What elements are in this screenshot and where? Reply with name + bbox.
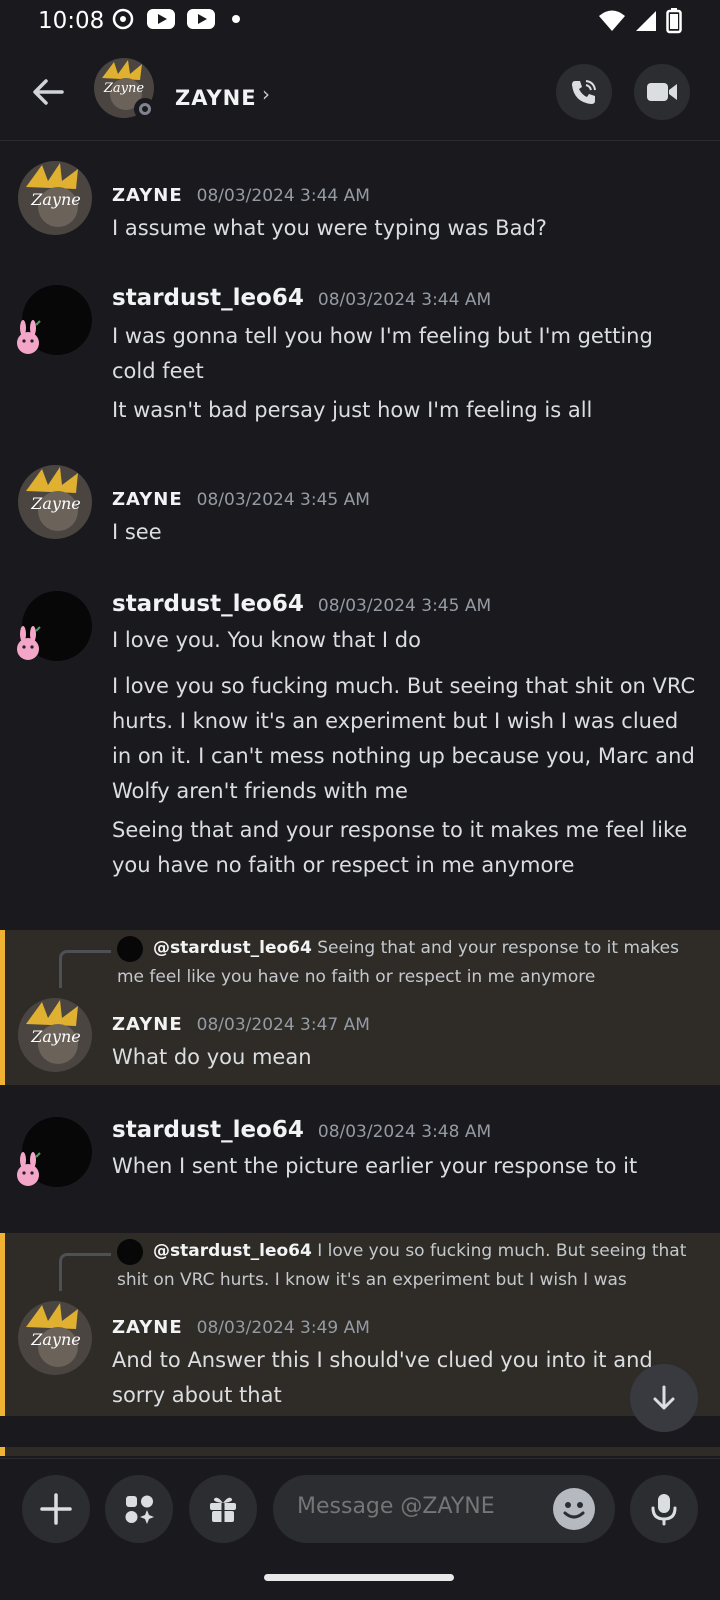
timestamp: 08/03/2024 3:47 AM [196,1015,370,1035]
svg-text:Zayne: Zayne [30,1330,80,1349]
back-arrow-icon [33,79,64,105]
openai-icon [112,8,134,30]
avatar[interactable]: Zayne [18,465,92,539]
message-text: It wasn't bad persay just how I'm feelin… [112,398,593,422]
svg-text:Zayne: Zayne [30,1027,80,1046]
avatar[interactable]: Zayne [18,161,92,235]
plus-icon [40,1493,72,1525]
chat-header: Zayne ZAYNE › [0,44,720,141]
gift-icon [210,1497,236,1522]
author-name[interactable]: ZAYNE [112,489,183,510]
reply-username: @stardust_leo64 [153,938,312,958]
svg-text:Zayne: Zayne [30,494,80,513]
voice-call-button[interactable] [556,64,612,120]
message-header: stardust_leo64 08/03/2024 3:44 AM [112,285,491,311]
bunny-badge-icon [14,1151,42,1187]
author-name[interactable]: stardust_leo64 [112,591,304,617]
avatar[interactable]: Zayne [18,1301,92,1375]
back-button[interactable] [26,70,70,114]
timestamp: 08/03/2024 3:45 AM [196,490,370,510]
timestamp: 08/03/2024 3:44 AM [196,186,370,206]
attach-button[interactable] [22,1475,90,1543]
apps-icon [125,1495,154,1524]
page-title[interactable]: ZAYNE [175,86,257,110]
emoji-button[interactable] [553,1488,595,1530]
message-header: ZAYNE 08/03/2024 3:47 AM [112,1014,370,1035]
message-header: ZAYNE 08/03/2024 3:45 AM [112,489,370,510]
message-text: I assume what you were typing was Bad? [112,216,547,240]
phone-icon [572,80,596,104]
author-name[interactable]: stardust_leo64 [112,285,304,311]
svg-text:Zayne: Zayne [103,81,145,96]
signal-icon [636,11,656,31]
video-call-button[interactable] [634,64,690,120]
message-input[interactable] [295,1493,549,1520]
gesture-nav-handle[interactable] [264,1574,454,1581]
arrow-down-icon [653,1385,675,1410]
youtube-icon [147,9,175,29]
bunny-badge-icon [14,319,42,355]
gift-button[interactable] [189,1475,257,1543]
reply-preview[interactable]: @stardust_leo64 Seeing that and your res… [117,934,702,992]
timestamp: 08/03/2024 3:45 AM [317,596,492,616]
video-camera-icon [647,83,677,101]
message-item-mention: @stardust_leo64 I love you so fucking mu… [0,1233,720,1416]
message-text: When I sent the picture earlier your res… [112,1154,638,1178]
status-bar: 10:08 [0,0,720,44]
battery-icon [666,8,682,34]
message-composer [0,1458,720,1551]
status-time: 10:08 [38,8,105,34]
system-icons [598,8,682,34]
avatar[interactable]: Zayne [18,998,92,1072]
message-text: And to Answer this I should've clued you… [112,1348,653,1407]
author-name[interactable]: stardust_leo64 [112,1117,304,1143]
message-item-mention: @stardust_leo64 Seeing that and your res… [0,930,720,1085]
message-list[interactable]: Zayne ZAYNE 08/03/2024 3:44 AM I assume … [0,141,720,1456]
reply-connector [59,950,111,988]
message-item: Zayne ZAYNE 08/03/2024 3:44 AM I assume … [0,151,720,251]
message-input-container [273,1475,615,1543]
offline-status-indicator [134,98,156,120]
message-text: What do you mean [112,1045,312,1069]
emoji-icon [563,1502,585,1519]
notification-icons [110,6,246,32]
svg-text:Zayne: Zayne [30,190,80,209]
microphone-icon [651,1494,677,1526]
message-text: I love you. You know that I do [112,628,421,652]
message-header: stardust_leo64 08/03/2024 3:48 AM [112,1117,491,1143]
apps-button[interactable] [105,1475,173,1543]
message-header: ZAYNE 08/03/2024 3:49 AM [112,1317,370,1338]
author-name[interactable]: ZAYNE [112,185,183,206]
message-text: Seeing that and your response to it make… [112,818,688,877]
jump-to-latest-button[interactable] [630,1364,698,1432]
timestamp: 08/03/2024 3:44 AM [317,290,492,310]
author-name[interactable]: ZAYNE [112,1014,183,1035]
bunny-badge-icon [14,625,42,661]
reply-preview[interactable]: @stardust_leo64 I love you so fucking mu… [117,1237,702,1295]
message-item-mention [0,1447,720,1456]
voice-message-button[interactable] [630,1475,698,1543]
reply-username: @stardust_leo64 [153,1241,312,1261]
wifi-icon [599,10,625,31]
message-header: ZAYNE 08/03/2024 3:44 AM [112,185,370,206]
chevron-right-icon[interactable]: › [262,82,270,106]
author-name[interactable]: ZAYNE [112,1317,183,1338]
dot-icon [232,15,240,23]
reply-connector [59,1253,111,1291]
message-header: stardust_leo64 08/03/2024 3:45 AM [112,591,491,617]
youtube-icon [187,9,215,29]
timestamp: 08/03/2024 3:49 AM [196,1318,370,1338]
message-text: I love you so fucking much. But seeing t… [112,674,696,803]
message-text: I see [112,520,162,544]
timestamp: 08/03/2024 3:48 AM [317,1122,492,1142]
message-text: I was gonna tell you how I'm feeling but… [112,324,653,383]
